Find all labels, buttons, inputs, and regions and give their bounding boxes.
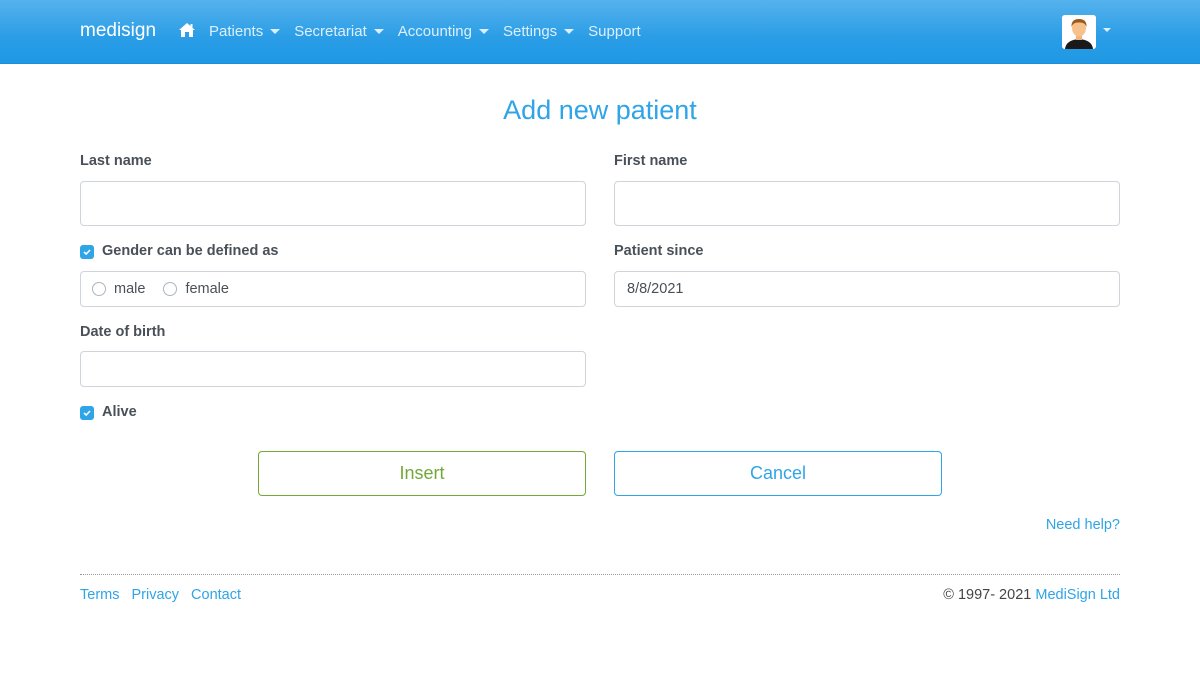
company-link[interactable]: MediSign Ltd: [1035, 587, 1120, 603]
female-radio[interactable]: [163, 282, 178, 296]
male-radio[interactable]: [92, 282, 106, 296]
user-avatar-icon[interactable]: [1062, 15, 1096, 49]
nav-accounting-label: Accounting: [397, 22, 472, 40]
nav-secretariat-label: Secretariat: [294, 22, 367, 40]
privacy-link[interactable]: Privacy: [131, 587, 179, 603]
check-icon: [83, 249, 91, 256]
footer-divider: [80, 574, 1120, 575]
patient-since-input[interactable]: [614, 271, 1120, 307]
home-icon[interactable]: [178, 22, 196, 40]
gender-label: Gender can be defined as: [102, 243, 279, 259]
need-help-link[interactable]: Need help?: [1046, 517, 1120, 533]
copyright: © 1997- 2021 MediSign Ltd: [943, 587, 1120, 603]
caret-down-icon: [270, 28, 281, 34]
date-of-birth-label: Date of birth: [80, 324, 166, 340]
first-name-input[interactable]: [614, 181, 1120, 226]
nav-accounting[interactable]: Accounting: [398, 23, 489, 40]
female-radio-label[interactable]: female: [185, 281, 229, 297]
male-radio-label[interactable]: male: [114, 281, 145, 297]
date-of-birth-input[interactable]: [80, 351, 586, 387]
caret-down-icon: [478, 28, 489, 34]
nav-support[interactable]: Support: [588, 23, 641, 40]
contact-link[interactable]: Contact: [191, 587, 241, 603]
user-menu-caret-icon[interactable]: [1103, 28, 1111, 32]
caret-down-icon: [564, 28, 575, 34]
gender-checkbox[interactable]: [80, 245, 94, 259]
top-navbar: medisign Patients Secretariat Accounting…: [0, 0, 1200, 64]
alive-label: Alive: [102, 404, 137, 420]
cancel-button[interactable]: Cancel: [614, 451, 942, 496]
nav-settings[interactable]: Settings: [502, 22, 575, 40]
gender-radio-group: male female: [80, 271, 586, 307]
copyright-text: © 1997- 2021: [943, 587, 1036, 603]
last-name-input[interactable]: [80, 181, 586, 226]
nav-settings-label: Settings: [502, 22, 558, 40]
check-icon: [83, 410, 91, 417]
terms-link[interactable]: Terms: [80, 587, 119, 603]
main-nav: Patients Secretariat Accounting Settings…: [178, 22, 655, 40]
caret-down-icon: [373, 28, 384, 34]
patient-since-label: Patient since: [614, 243, 704, 259]
first-name-label: First name: [614, 153, 688, 169]
footer-links: Terms Privacy Contact: [80, 587, 241, 603]
nav-secretariat[interactable]: Secretariat: [294, 23, 384, 40]
insert-button[interactable]: Insert: [258, 451, 586, 496]
nav-support-label: Support: [588, 22, 641, 40]
brand-logo[interactable]: medisign: [80, 20, 156, 42]
alive-checkbox[interactable]: [80, 406, 94, 420]
nav-patients-label: Patients: [209, 22, 264, 40]
page-title: Add new patient: [503, 95, 697, 125]
nav-patients[interactable]: Patients: [209, 22, 281, 40]
last-name-label: Last name: [80, 153, 152, 169]
